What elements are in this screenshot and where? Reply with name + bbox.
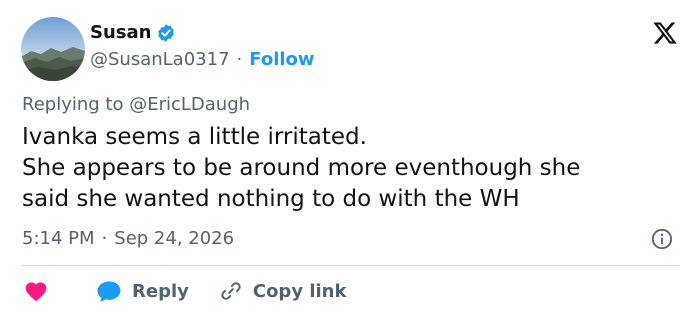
copy-link-label: Copy link — [252, 280, 347, 302]
tweet-text-line: She appears to be around more eventhough… — [22, 155, 581, 181]
separator: · — [101, 228, 108, 249]
reply-label: Reply — [132, 280, 189, 302]
replying-to-handle[interactable]: @EricLDaugh — [129, 94, 250, 115]
tweet-time[interactable]: 5:14 PM — [22, 228, 95, 250]
link-icon — [219, 279, 243, 303]
separator: · — [236, 49, 243, 70]
user-handle[interactable]: @SusanLa0317 — [90, 49, 230, 71]
user-name-row[interactable]: Susan — [90, 22, 176, 44]
verified-badge-icon — [156, 23, 176, 43]
display-name[interactable]: Susan — [90, 22, 151, 44]
heart-icon — [24, 280, 48, 302]
handle-row: @SusanLa0317 · Follow — [90, 49, 315, 71]
avatar[interactable] — [21, 17, 85, 81]
copy-link-button[interactable]: Copy link — [219, 279, 347, 303]
tweet-timestamp[interactable]: 5:14 PM · Sep 24, 2026 — [22, 228, 234, 250]
replying-to: Replying to @EricLDaugh — [22, 94, 250, 116]
follow-button[interactable]: Follow — [249, 49, 314, 71]
reply-bubble-icon — [96, 280, 122, 302]
tweet-text-line: said she wanted nothing to do with the W… — [22, 186, 520, 212]
reply-button[interactable]: Reply — [96, 280, 189, 302]
tweet-card: Susan @SusanLa0317 · Follow Replying to … — [0, 0, 700, 318]
like-button[interactable] — [24, 280, 48, 302]
action-bar: Reply Copy link — [24, 278, 346, 304]
replying-prefix: Replying to — [22, 94, 124, 115]
tweet-text-line: Ivanka seems a little irritated. — [22, 124, 367, 150]
x-logo-icon[interactable] — [652, 20, 678, 46]
tweet-date[interactable]: Sep 24, 2026 — [114, 228, 234, 250]
info-icon[interactable] — [651, 228, 673, 250]
divider — [22, 265, 680, 266]
tweet-text: Ivanka seems a little irritated. She app… — [22, 122, 682, 215]
